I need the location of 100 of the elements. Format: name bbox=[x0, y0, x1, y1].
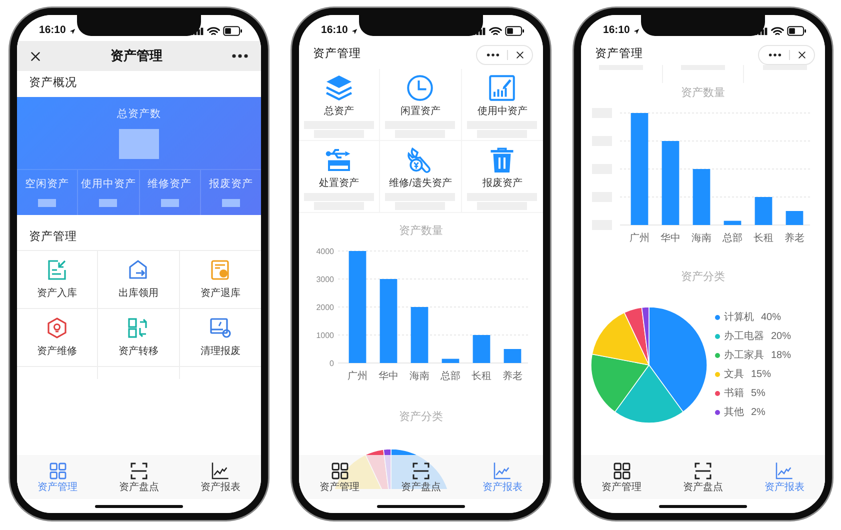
more-icon[interactable] bbox=[486, 51, 500, 59]
tab-button[interactable]: 资产管理 bbox=[299, 455, 380, 499]
grid-icon bbox=[330, 461, 350, 481]
tile-label: 报废资产 bbox=[482, 176, 522, 191]
chart-title: 资产分类 bbox=[398, 410, 444, 425]
axis-tick-label: 1000 bbox=[316, 331, 334, 340]
hexagon-bulb-icon bbox=[45, 316, 70, 340]
location-arrow-icon bbox=[350, 28, 358, 34]
close-icon[interactable] bbox=[797, 50, 807, 60]
axis-category-label: 养老 bbox=[784, 233, 804, 244]
legend-value: 18% bbox=[771, 349, 792, 363]
axis-category-label: 广州 bbox=[630, 233, 650, 244]
tile-label: 维修/遗失资产 bbox=[389, 176, 452, 191]
grid-icon bbox=[612, 461, 632, 481]
axis-category-label: 长租 bbox=[754, 233, 774, 244]
tab-button[interactable]: 资产盘点 bbox=[98, 455, 180, 499]
chart-pen-icon bbox=[487, 73, 518, 103]
axis-tick-label: 2000 bbox=[316, 303, 334, 312]
bar bbox=[504, 349, 522, 363]
section-heading: 资产概况 bbox=[28, 76, 78, 92]
menu-tile[interactable]: 资产维修 bbox=[17, 308, 98, 367]
tab-button[interactable]: 资产管理 bbox=[581, 455, 662, 499]
scan-icon bbox=[410, 461, 431, 481]
total-label: 总资产数 bbox=[117, 107, 161, 122]
line-chart-icon bbox=[774, 461, 794, 481]
monitor-gear-icon bbox=[208, 316, 232, 340]
bar bbox=[786, 211, 804, 225]
line-chart-icon bbox=[492, 461, 512, 481]
legend-label: 办工电器 bbox=[724, 330, 764, 344]
line-chart-icon bbox=[210, 461, 230, 481]
tile-label: 使用中资产 bbox=[477, 104, 528, 119]
close-icon[interactable] bbox=[515, 50, 525, 60]
axis-category-label: 总部 bbox=[722, 233, 742, 244]
legend-value: 20% bbox=[771, 330, 792, 344]
legend-value: 40% bbox=[761, 311, 782, 325]
bar bbox=[410, 307, 428, 363]
signal-icon bbox=[191, 26, 204, 36]
battery-icon bbox=[505, 26, 525, 36]
tab-button[interactable]: 资产盘点 bbox=[380, 455, 462, 499]
wifi-icon bbox=[207, 26, 220, 36]
legend-value: 2% bbox=[751, 406, 766, 420]
blurred-value bbox=[99, 198, 118, 207]
signal-icon bbox=[755, 26, 768, 36]
tab-button[interactable]: 资产盘点 bbox=[662, 455, 744, 499]
menu-tile[interactable]: 资产入库 bbox=[17, 250, 98, 309]
nav-title: 资产管理 bbox=[110, 47, 162, 66]
legend-value: 15% bbox=[751, 368, 772, 382]
scan-icon bbox=[692, 461, 713, 481]
stat-label: 维修资产 bbox=[148, 177, 192, 192]
legend-label: 书籍 bbox=[724, 386, 744, 401]
more-icon[interactable] bbox=[768, 51, 782, 59]
signal-icon bbox=[473, 26, 486, 36]
chart-title: 资产数量 bbox=[680, 86, 726, 101]
battery-icon bbox=[223, 26, 243, 36]
axis-category-label: 长租 bbox=[472, 371, 492, 382]
close-icon[interactable] bbox=[29, 50, 42, 62]
scan-icon bbox=[128, 461, 149, 481]
stat-label: 报废资产 bbox=[208, 177, 253, 192]
axis-category-label: 华中 bbox=[378, 371, 398, 382]
wifi-icon bbox=[771, 26, 784, 36]
axis-category-label: 海南 bbox=[692, 233, 712, 244]
more-icon[interactable] bbox=[231, 52, 249, 60]
status-time: 16:10 bbox=[39, 23, 66, 38]
status-time: 16:10 bbox=[321, 23, 348, 38]
legend-label: 文具 bbox=[724, 368, 744, 382]
tab-button[interactable]: 资产报表 bbox=[180, 455, 261, 499]
blurred-value bbox=[38, 198, 56, 207]
status-time: 16:10 bbox=[603, 23, 630, 38]
blurred-value bbox=[160, 198, 179, 207]
legend-value: 5% bbox=[751, 387, 766, 401]
axis-category-label: 海南 bbox=[410, 371, 430, 382]
tile-label: 处置资产 bbox=[319, 176, 360, 191]
chart-title: 资产分类 bbox=[680, 270, 726, 285]
battery-icon bbox=[787, 26, 807, 36]
tile-label: 总资产 bbox=[324, 104, 354, 119]
menu-tile[interactable]: 出库领用 bbox=[98, 250, 180, 309]
axis-category-label: 华中 bbox=[660, 233, 680, 244]
bar bbox=[472, 335, 490, 363]
axis-category-label: 养老 bbox=[502, 371, 522, 382]
section-heading: 资产管理 bbox=[28, 230, 78, 246]
location-arrow-icon bbox=[68, 28, 76, 34]
blurred-value bbox=[222, 198, 240, 207]
menu-tile[interactable]: 资产转移 bbox=[98, 308, 180, 367]
blurred-value bbox=[119, 128, 159, 159]
axis-category-label: 广州 bbox=[348, 371, 368, 382]
legend-label: 其他 bbox=[724, 406, 744, 420]
grid-icon bbox=[48, 461, 68, 481]
stat-label: 空闲资产 bbox=[25, 177, 70, 192]
axis-tick-label: 0 bbox=[330, 359, 334, 368]
stat-label: 使用中资产 bbox=[80, 177, 136, 192]
legend-label: 计算机 bbox=[724, 310, 754, 325]
axis-tick-label: 3000 bbox=[316, 275, 334, 284]
location-arrow-icon bbox=[632, 28, 640, 34]
wifi-icon bbox=[489, 26, 502, 36]
bar bbox=[692, 169, 710, 225]
page-title: 资产管理 bbox=[595, 46, 643, 62]
tile-label: 闲置资产 bbox=[400, 104, 440, 119]
axis-tick-label: 4000 bbox=[316, 247, 334, 256]
axis-category-label: 总部 bbox=[440, 371, 460, 382]
bar bbox=[724, 220, 742, 225]
